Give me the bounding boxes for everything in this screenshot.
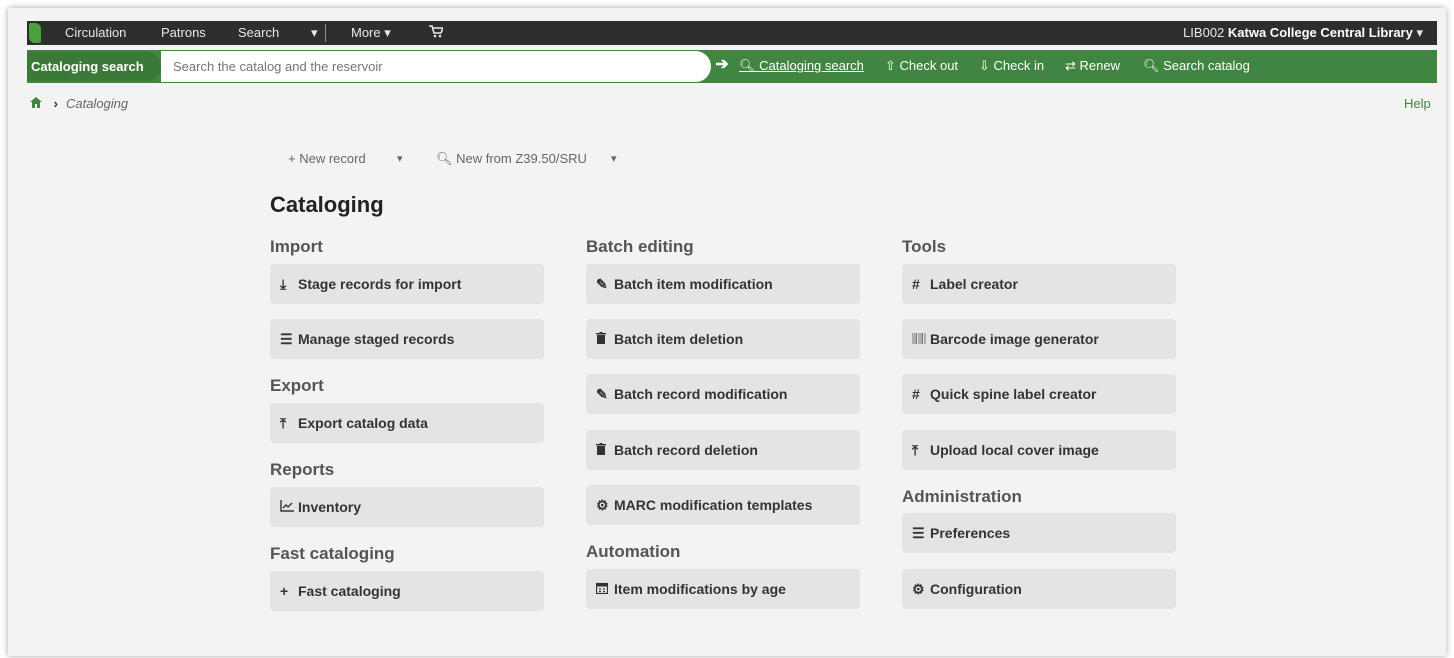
help-link[interactable]: Help <box>1404 96 1431 111</box>
search-bar: Cataloging search ➔ 🔍︎ Cataloging search… <box>27 50 1437 83</box>
catalog-search-input[interactable] <box>161 51 711 82</box>
upload-cover-image-button[interactable]: ⤒ Upload local cover image <box>902 430 1176 470</box>
barcode-generator-button[interactable]: Barcode image generator <box>902 319 1176 359</box>
breadcrumb-current: Cataloging <box>65 96 129 111</box>
stage-records-label: Stage records for import <box>298 276 462 292</box>
new-z3950-label: New from Z39.50/SRU <box>456 151 587 166</box>
breadcrumb-separator: › <box>53 96 58 111</box>
new-record-button[interactable]: + New record <box>288 151 366 166</box>
section-automation: Automation <box>586 542 681 561</box>
chart-icon <box>280 499 298 515</box>
batch-record-deletion-button[interactable]: Batch record deletion <box>586 430 860 470</box>
nav-more[interactable]: More ▾ <box>351 25 391 41</box>
tool-check-in[interactable]: ⇩ Check in <box>979 58 1044 74</box>
fast-cataloging-button[interactable]: + Fast cataloging <box>270 571 544 611</box>
fast-cataloging-label: Fast cataloging <box>298 583 401 599</box>
export-catalog-button[interactable]: ⤒ Export catalog data <box>270 403 544 443</box>
download-icon: ⤓ <box>280 276 287 292</box>
section-batch-editing: Batch editing <box>586 237 694 256</box>
inventory-button[interactable]: Inventory <box>270 487 544 527</box>
nav-search[interactable]: Search <box>238 25 279 40</box>
section-import: Import <box>270 237 323 256</box>
new-z3950-button[interactable]: 🔍︎ New from Z39.50/SRU <box>436 151 587 167</box>
configuration-label: Configuration <box>930 581 1022 597</box>
gear-icon: ⚙ <box>912 581 925 597</box>
search-type-label[interactable]: Cataloging search <box>27 52 161 81</box>
home-icon[interactable] <box>30 96 46 111</box>
pencil-icon: ✎ <box>596 386 608 402</box>
item-modifications-by-age-label: Item modifications by age <box>614 581 786 597</box>
section-tools: Tools <box>902 237 947 256</box>
library-selector[interactable]: LIB002 Katwa College Central Library ▾ <box>1183 25 1423 41</box>
list-icon: ☰ <box>280 331 293 347</box>
section-fast-cataloging: Fast cataloging <box>270 544 395 563</box>
nav-search-caret[interactable]: ▾ <box>311 25 318 41</box>
manage-staged-button[interactable]: ☰ Manage staged records <box>270 319 544 359</box>
quick-spine-label-button[interactable]: # Quick spine label creator <box>902 374 1176 414</box>
barcode-icon <box>912 331 930 347</box>
batch-item-modification-button[interactable]: ✎ Batch item modification <box>586 264 860 304</box>
new-z3950-dropdown[interactable]: ▾ <box>611 152 617 165</box>
stage-records-button[interactable]: ⤓ Stage records for import <box>270 264 544 304</box>
tool-search-catalog[interactable]: 🔍︎ Search catalog <box>1143 58 1250 74</box>
trash-icon <box>596 331 614 347</box>
manage-staged-label: Manage staged records <box>298 331 455 347</box>
tool-cataloging-search[interactable]: 🔍︎ Cataloging search <box>739 58 864 74</box>
quick-spine-label-label: Quick spine label creator <box>930 386 1097 402</box>
batch-record-deletion-label: Batch record deletion <box>614 442 758 458</box>
gear-icon: ⚙ <box>596 497 609 513</box>
list-icon: ☰ <box>912 525 925 541</box>
page-title: Cataloging <box>270 192 384 217</box>
nav-circulation[interactable]: Circulation <box>65 25 126 40</box>
pencil-icon: ✎ <box>596 276 608 292</box>
barcode-generator-label: Barcode image generator <box>930 331 1099 347</box>
cart-icon[interactable] <box>429 25 445 41</box>
breadcrumb: › Cataloging <box>30 96 128 111</box>
batch-record-modification-label: Batch record modification <box>614 386 788 402</box>
upload-cover-image-label: Upload local cover image <box>930 442 1099 458</box>
tool-check-in-label: Check in <box>993 58 1045 73</box>
nav-patrons[interactable]: Patrons <box>161 25 206 40</box>
batch-record-modification-button[interactable]: ✎ Batch record modification <box>586 374 860 414</box>
new-record-label: New record <box>299 151 366 166</box>
inventory-label: Inventory <box>298 499 362 515</box>
search-submit-button[interactable]: ➔ <box>711 54 733 76</box>
calendar-icon <box>595 581 614 597</box>
tool-renew[interactable]: ⇄ Renew <box>1065 58 1120 74</box>
batch-item-modification-label: Batch item modification <box>614 276 773 292</box>
preferences-label: Preferences <box>930 525 1011 541</box>
export-catalog-label: Export catalog data <box>298 415 428 431</box>
preferences-button[interactable]: ☰ Preferences <box>902 513 1176 553</box>
label-creator-button[interactable]: # Label creator <box>902 264 1176 304</box>
top-navbar: Circulation Patrons Search ▾ More ▾ LIB0… <box>27 21 1437 45</box>
upload-icon: ⤒ <box>280 415 287 431</box>
upload-icon: ⤒ <box>912 442 919 458</box>
hash-icon: # <box>912 276 920 292</box>
section-export: Export <box>270 376 324 395</box>
trash-icon <box>596 442 614 458</box>
section-reports: Reports <box>270 460 335 479</box>
tool-cataloging-search-label: Cataloging search <box>759 58 864 73</box>
tool-check-out[interactable]: ⇧ Check out <box>885 58 958 74</box>
marc-templates-button[interactable]: ⚙ MARC modification templates <box>586 485 860 525</box>
label-creator-label: Label creator <box>930 276 1018 292</box>
koha-logo[interactable] <box>29 23 41 43</box>
hash-icon: # <box>912 386 920 402</box>
tool-check-out-label: Check out <box>899 58 959 73</box>
tool-renew-label: Renew <box>1079 58 1120 73</box>
batch-item-deletion-label: Batch item deletion <box>614 331 744 347</box>
marc-templates-label: MARC modification templates <box>614 497 813 513</box>
tool-search-catalog-label: Search catalog <box>1163 58 1250 73</box>
configuration-button[interactable]: ⚙ Configuration <box>902 569 1176 609</box>
section-administration: Administration <box>902 487 1022 506</box>
plus-icon: + <box>280 583 289 599</box>
library-name: Katwa College Central Library <box>1227 25 1413 40</box>
library-code: LIB002 <box>1183 25 1225 40</box>
nav-divider <box>325 24 326 42</box>
new-record-dropdown[interactable]: ▾ <box>397 152 403 165</box>
batch-item-deletion-button[interactable]: Batch item deletion <box>586 319 860 359</box>
nav-more-label: More <box>351 25 381 40</box>
item-modifications-by-age-button[interactable]: Item modifications by age <box>586 569 860 609</box>
